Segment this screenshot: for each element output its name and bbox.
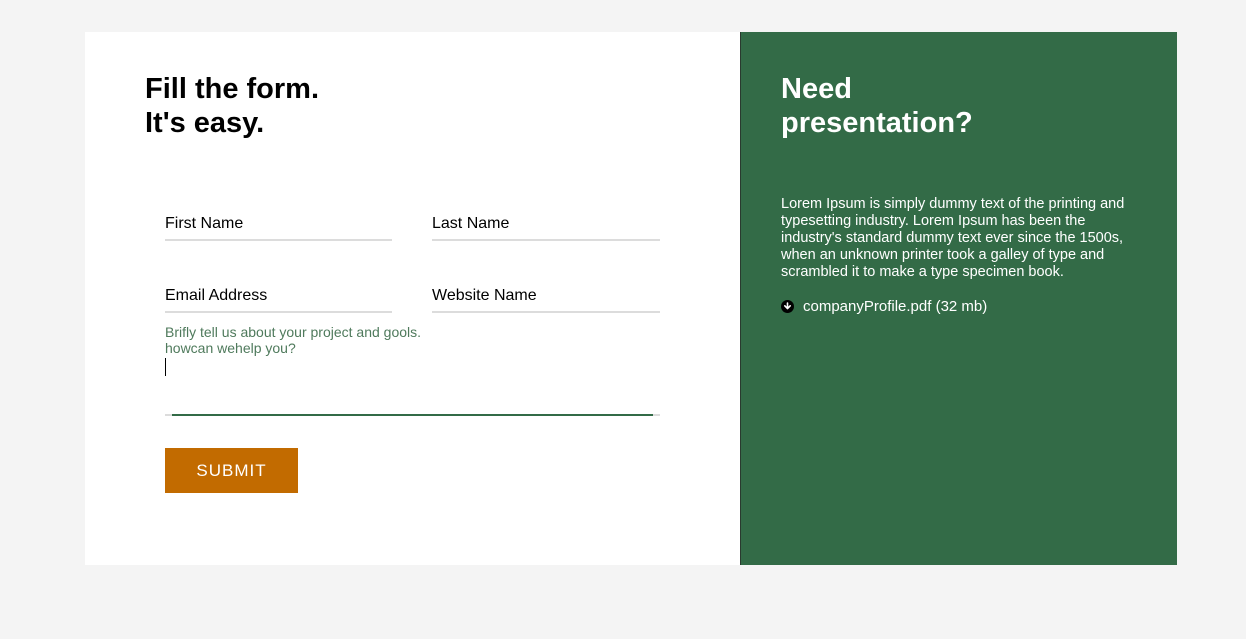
download-circle-icon [781, 300, 794, 313]
form-title-line-1: Fill the form. [145, 73, 319, 105]
form-title-line-2: It's easy. [145, 107, 265, 139]
last-name-field-wrapper [432, 209, 660, 241]
email-input[interactable] [165, 281, 392, 311]
first-name-input[interactable] [165, 209, 392, 239]
first-name-field-wrapper [165, 209, 392, 241]
download-label: companyProfile.pdf (32 mb) [803, 298, 988, 315]
website-field-wrapper [432, 281, 660, 313]
website-input[interactable] [432, 281, 660, 311]
presentation-title-line-1: Need [781, 73, 852, 105]
last-name-input[interactable] [432, 209, 660, 239]
contact-card: Fill the form. It's easy. SUBMIT Need pr… [85, 32, 1177, 565]
submit-button[interactable]: SUBMIT [165, 448, 298, 493]
message-field-wrapper [165, 324, 660, 416]
presentation-description: Lorem Ipsum is simply dummy text of the … [781, 196, 1125, 280]
project-message-textarea[interactable] [165, 324, 660, 414]
text-cursor [165, 358, 166, 376]
presentation-title-line-2: presentation? [781, 107, 973, 139]
form-panel: Fill the form. It's easy. SUBMIT [85, 32, 740, 565]
email-field-wrapper [165, 281, 392, 313]
form-title: Fill the form. It's easy. [145, 72, 319, 140]
presentation-title: Need presentation? [781, 72, 973, 140]
company-profile-download-link[interactable]: companyProfile.pdf (32 mb) [781, 298, 987, 315]
presentation-panel: Need presentation? Lorem Ipsum is simply… [740, 32, 1177, 565]
